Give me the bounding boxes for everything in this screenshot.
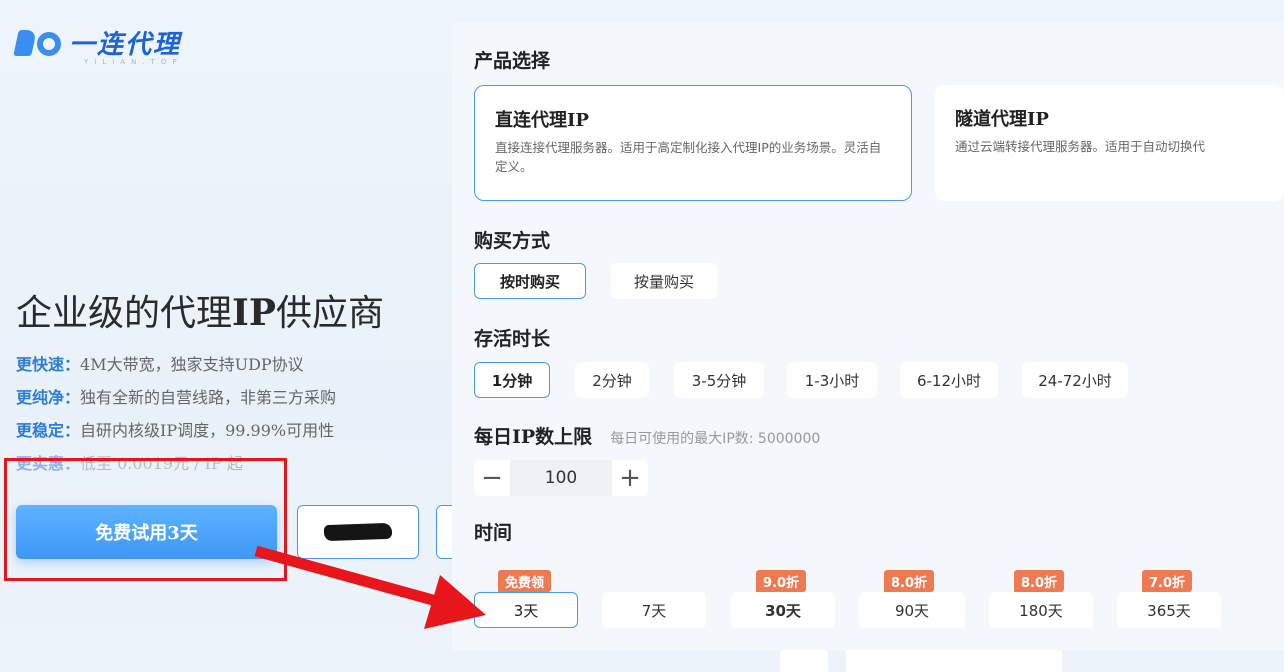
annotation-arrow — [254, 545, 486, 629]
